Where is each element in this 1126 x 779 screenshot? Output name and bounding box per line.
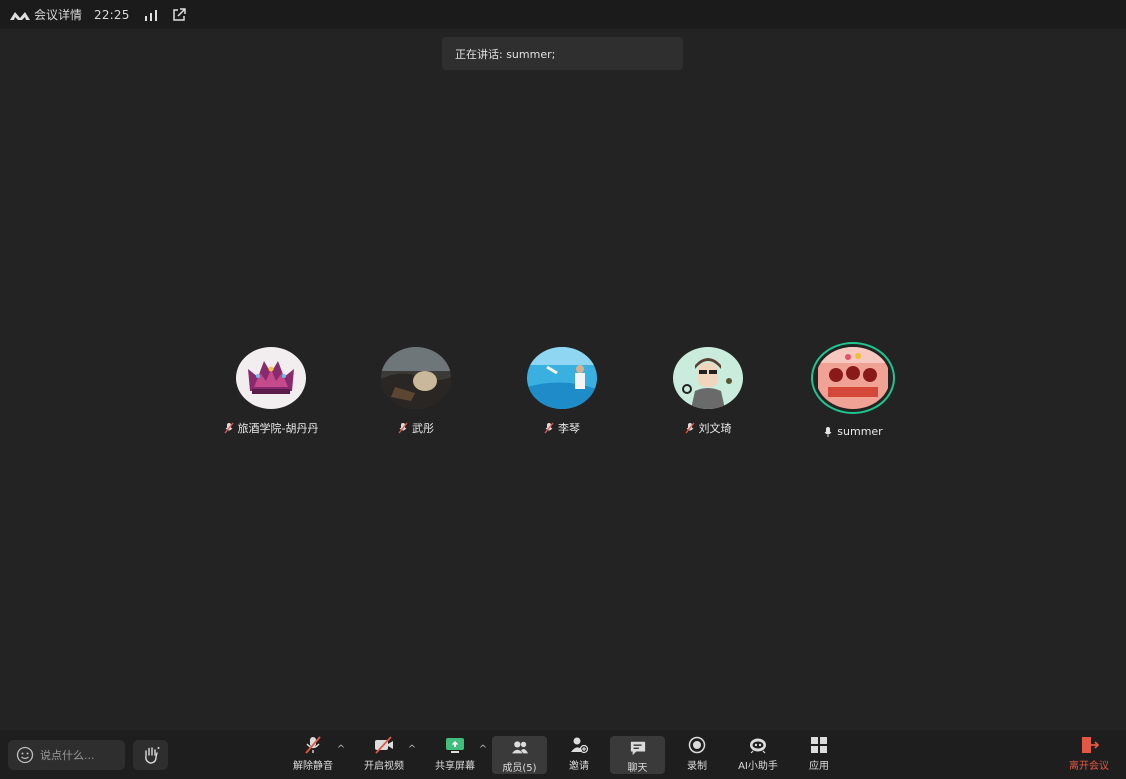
participant-tile[interactable]: 旅酒学院-胡丹丹 — [196, 347, 346, 436]
meeting-details-link[interactable]: 会议详情 — [34, 6, 82, 23]
start-video-label: 开启视频 — [364, 761, 404, 772]
apps-button[interactable]: 应用 — [800, 736, 838, 774]
mic-muted-icon — [398, 422, 408, 434]
speaking-indicator: 正在讲话: summer; — [442, 37, 683, 70]
participant-tile-active-speaker[interactable]: summer — [778, 342, 928, 438]
mic-muted-icon — [684, 422, 695, 434]
record-icon — [688, 736, 706, 754]
exit-door-icon — [1082, 737, 1099, 753]
chat-placeholder: 说点什么... — [40, 749, 95, 762]
unmute-button[interactable]: 解除静音 — [290, 736, 336, 774]
share-options-chevron-up-icon[interactable]: ^ — [478, 745, 488, 755]
participant-name-row: 李琴 — [544, 420, 580, 436]
participant-gallery: 旅酒学院-胡丹丹 武彤 李琴 刘文琦 summer — [0, 0, 1126, 779]
members-icon — [511, 741, 528, 754]
ai-robot-icon — [750, 738, 766, 754]
participant-name: 武彤 — [412, 422, 434, 435]
share-screen-icon — [446, 738, 464, 753]
chat-button[interactable]: 聊天 — [610, 736, 665, 774]
participant-tile[interactable]: 李琴 — [487, 347, 637, 436]
participant-name: summer — [837, 425, 883, 438]
participant-name: 李琴 — [558, 422, 580, 435]
camera-off-icon — [375, 736, 393, 754]
video-options-chevron-up-icon[interactable]: ^ — [407, 745, 417, 755]
mic-muted-icon — [305, 736, 321, 754]
participant-name-row: 旅酒学院-胡丹丹 — [223, 420, 319, 436]
ai-assistant-button[interactable]: AI小助手 — [733, 736, 783, 774]
crown-avatar — [236, 347, 306, 409]
invite-button[interactable]: 邀请 — [558, 736, 600, 774]
participant-tile[interactable]: 武彤 — [341, 347, 491, 436]
chat-label: 聊天 — [627, 763, 648, 774]
start-video-button[interactable]: 开启视频 — [361, 736, 407, 774]
share-screen-button[interactable]: 共享屏幕 — [432, 736, 478, 774]
signal-icon[interactable] — [144, 9, 158, 21]
raise-hand-button[interactable] — [133, 740, 168, 770]
speaking-text: 正在讲话: summer; — [455, 47, 556, 61]
top-bar: 会议详情 22:25 — [0, 0, 1126, 29]
leave-meeting-label: 离开会议 — [1069, 761, 1109, 772]
bottom-toolbar: 说点什么... 解除静音 ^ 开启视频 ^ 共享屏幕 ^ 成员(5) 邀请 聊天… — [0, 730, 1126, 779]
participant-name-row: 武彤 — [398, 420, 434, 436]
participant-name: 旅酒学院-胡丹丹 — [237, 422, 319, 435]
audio-options-chevron-up-icon[interactable]: ^ — [336, 745, 346, 755]
record-button[interactable]: 录制 — [678, 736, 716, 774]
mic-muted-icon — [544, 422, 554, 434]
unmute-label: 解除静音 — [293, 761, 333, 772]
members-label: 成员(5) — [502, 763, 537, 774]
rock-avatar — [381, 347, 451, 409]
quick-chat-input[interactable]: 说点什么... — [8, 740, 125, 770]
emoji-icon[interactable] — [16, 746, 34, 764]
participant-tile[interactable]: 刘文琦 — [633, 347, 783, 436]
record-label: 录制 — [687, 761, 707, 772]
mic-muted-icon — [223, 422, 234, 434]
mic-active-icon — [824, 426, 832, 437]
invite-label: 邀请 — [569, 761, 589, 772]
add-user-icon — [571, 737, 589, 754]
apps-grid-icon — [811, 737, 827, 753]
participant-name-row: 刘文琦 — [684, 420, 732, 436]
share-screen-label: 共享屏幕 — [435, 761, 475, 772]
participant-name-row: summer — [823, 425, 883, 438]
leave-meeting-button[interactable]: 离开会议 — [1064, 736, 1114, 774]
popout-window-icon[interactable] — [172, 7, 186, 22]
cartoon-man-avatar — [673, 347, 743, 409]
red-cartoon-avatar — [811, 342, 895, 414]
members-button[interactable]: 成员(5) — [492, 736, 547, 774]
meeting-time: 22:25 — [94, 7, 130, 22]
pool-avatar — [527, 347, 597, 409]
apps-label: 应用 — [809, 761, 829, 772]
hand-icon — [144, 747, 159, 764]
app-logo-icon — [10, 11, 30, 20]
chat-bubble-icon — [630, 741, 645, 756]
participant-name: 刘文琦 — [698, 422, 732, 435]
ai-assistant-label: AI小助手 — [738, 761, 778, 772]
